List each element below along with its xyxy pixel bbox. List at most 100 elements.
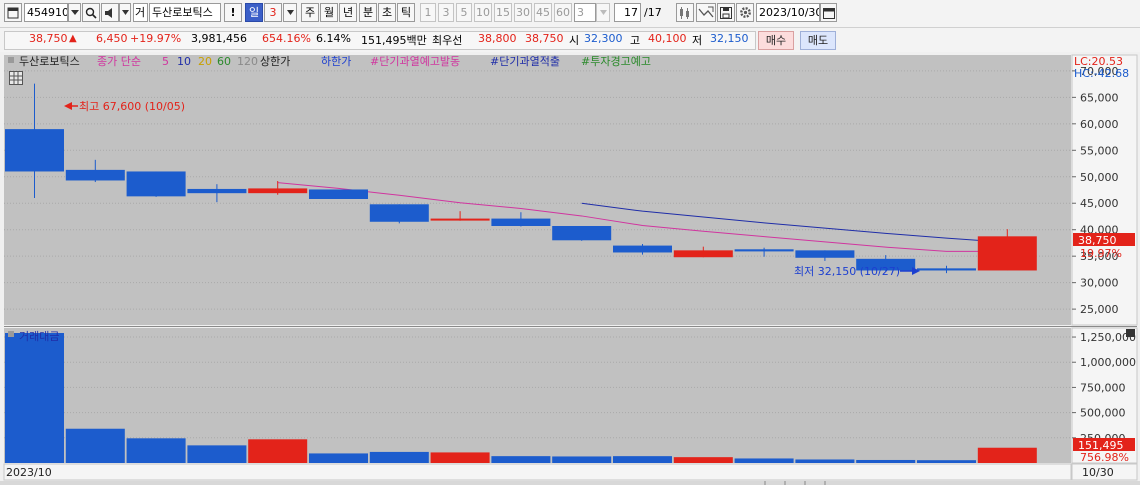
- up-arrow-icon: ▲: [69, 33, 77, 44]
- interval-dropdown-icon[interactable]: [596, 3, 610, 22]
- ask-price: 38,800: [478, 32, 517, 45]
- quote-info-bar: 38,750 ▲ 6,450 +19.97% 3,981,456 654.16%…: [0, 28, 1140, 53]
- candle-body: [430, 218, 490, 221]
- candle-body: [65, 169, 125, 181]
- candle-body: [187, 188, 247, 194]
- period-year-button[interactable]: 년: [339, 3, 357, 22]
- legend-ma5: 5: [162, 55, 169, 68]
- price-axis-label: 25,000: [1080, 303, 1119, 316]
- volume-bar: [248, 439, 308, 463]
- candle-body: [917, 268, 976, 271]
- date-input[interactable]: 2023/10/30: [756, 3, 820, 22]
- legend-ma60: 60: [217, 55, 231, 68]
- sound-dropdown-icon[interactable]: [119, 3, 131, 22]
- count-total: /17: [644, 6, 662, 19]
- legend-alert-1: #단기과열예고발동: [370, 55, 460, 68]
- calendar-icon[interactable]: [820, 3, 837, 22]
- interval-button-10[interactable]: 10: [474, 3, 492, 22]
- volume-axis-label: 750,000: [1080, 381, 1126, 394]
- candle-body: [795, 250, 855, 258]
- low-annotation-text: 최저 32,150 (10/27): [794, 265, 900, 278]
- interval-button-60[interactable]: 60: [554, 3, 572, 22]
- candle-body: [491, 218, 551, 226]
- price-change: 6,450: [96, 32, 128, 45]
- volume-bar: [491, 456, 551, 463]
- interval-button-3[interactable]: 3: [438, 3, 454, 22]
- stock-name-field[interactable]: 두산로보틱스: [149, 3, 221, 22]
- sell-button[interactable]: 매도: [800, 31, 836, 50]
- interval-button-45[interactable]: 45: [534, 3, 552, 22]
- price-change-pct: +19.97%: [130, 32, 182, 45]
- period-month-button[interactable]: 월: [320, 3, 338, 22]
- volume-bar: [552, 456, 612, 463]
- volume-bar: [856, 459, 916, 463]
- date-axis-end: 10/30: [1082, 466, 1114, 479]
- date-axis: [3, 463, 1072, 481]
- legend-marker-icon[interactable]: [8, 57, 14, 63]
- price-axis-label: 30,000: [1080, 277, 1119, 290]
- period-dropdown-icon[interactable]: [283, 3, 297, 22]
- bid-price: 38,750: [525, 32, 564, 45]
- horizontal-scrollbar[interactable]: [0, 481, 1140, 485]
- interval-button-1[interactable]: 1: [420, 3, 436, 22]
- interval-button-15[interactable]: 15: [494, 3, 512, 22]
- code-dropdown-icon[interactable]: [68, 3, 81, 22]
- interval-value-input[interactable]: 3: [574, 3, 596, 22]
- candle-body: [369, 204, 429, 222]
- gear-icon[interactable]: [736, 3, 754, 22]
- volume-bar: [309, 453, 368, 463]
- volume-axis-label: 1,000,000: [1080, 356, 1136, 369]
- window-icon[interactable]: [4, 3, 22, 22]
- trend-icon[interactable]: [696, 3, 716, 22]
- legend-ma20: 20: [198, 55, 212, 68]
- close-icon[interactable]: [1126, 329, 1135, 337]
- period-week-button[interactable]: 주: [301, 3, 319, 22]
- grid-toggle-icon[interactable]: [9, 71, 23, 85]
- candle-body: [552, 226, 612, 241]
- toolbar: 454910 거 두산로보틱스 ! 일 3 주 월 년 분 초 틱 1 3 5 …: [0, 0, 1140, 28]
- volume-bar: [977, 447, 1037, 463]
- legend-upper-limit: 상한가: [260, 55, 290, 68]
- date-axis-start: 2023/10: [6, 466, 52, 479]
- low-label: 저: [692, 34, 703, 47]
- legend-ma-label: 종가 단순: [97, 55, 141, 68]
- candle-body: [248, 188, 308, 194]
- price-axis-label: 50,000: [1080, 171, 1119, 184]
- priority-label: 최우선: [432, 34, 463, 47]
- period-minute-button[interactable]: 분: [359, 3, 377, 22]
- high-annotation: 최고 67,600 (10/05): [64, 100, 185, 113]
- volume-panel-marker-icon[interactable]: [8, 331, 14, 337]
- period-multiplier[interactable]: 3: [264, 3, 282, 22]
- stock-code-input[interactable]: 454910: [24, 3, 68, 22]
- interval-button-5[interactable]: 5: [456, 3, 472, 22]
- period-second-button[interactable]: 초: [378, 3, 396, 22]
- buy-button[interactable]: 매수: [758, 31, 794, 50]
- search-icon[interactable]: [82, 3, 100, 22]
- candle-body: [126, 171, 186, 197]
- alert-icon[interactable]: !: [224, 3, 242, 22]
- open-price: 32,300: [584, 32, 623, 45]
- volume-bar: [673, 457, 733, 463]
- legend-lower-limit: 하한가: [321, 54, 351, 68]
- period-tick-button[interactable]: 틱: [397, 3, 415, 22]
- high-annotation-text: 최고 67,600 (10/05): [79, 100, 185, 113]
- interval-button-30[interactable]: 30: [514, 3, 532, 22]
- legend-alert-3: #투자경고예고: [581, 55, 651, 68]
- current-price-tag-text: 38,750: [1078, 234, 1117, 247]
- count-input[interactable]: 17: [614, 3, 641, 22]
- legend-ma120: 120: [237, 55, 258, 68]
- open-label: 시: [569, 34, 580, 47]
- market-tag: 거: [133, 3, 148, 22]
- current-price: 38,750: [29, 32, 68, 45]
- sound-icon[interactable]: [101, 3, 119, 22]
- volume-bar: [65, 428, 125, 463]
- save-icon[interactable]: [717, 3, 735, 22]
- trade-value: 151,495백만: [361, 34, 427, 47]
- volume-bar: [613, 456, 672, 463]
- candle-settings-icon[interactable]: [676, 3, 694, 22]
- period-day-button[interactable]: 일: [245, 3, 263, 22]
- volume-bar: [5, 333, 64, 463]
- legend-stock-name: 두산로보틱스: [19, 55, 80, 68]
- price-axis-label: 45,000: [1080, 197, 1119, 210]
- legend-ma10: 10: [177, 55, 191, 68]
